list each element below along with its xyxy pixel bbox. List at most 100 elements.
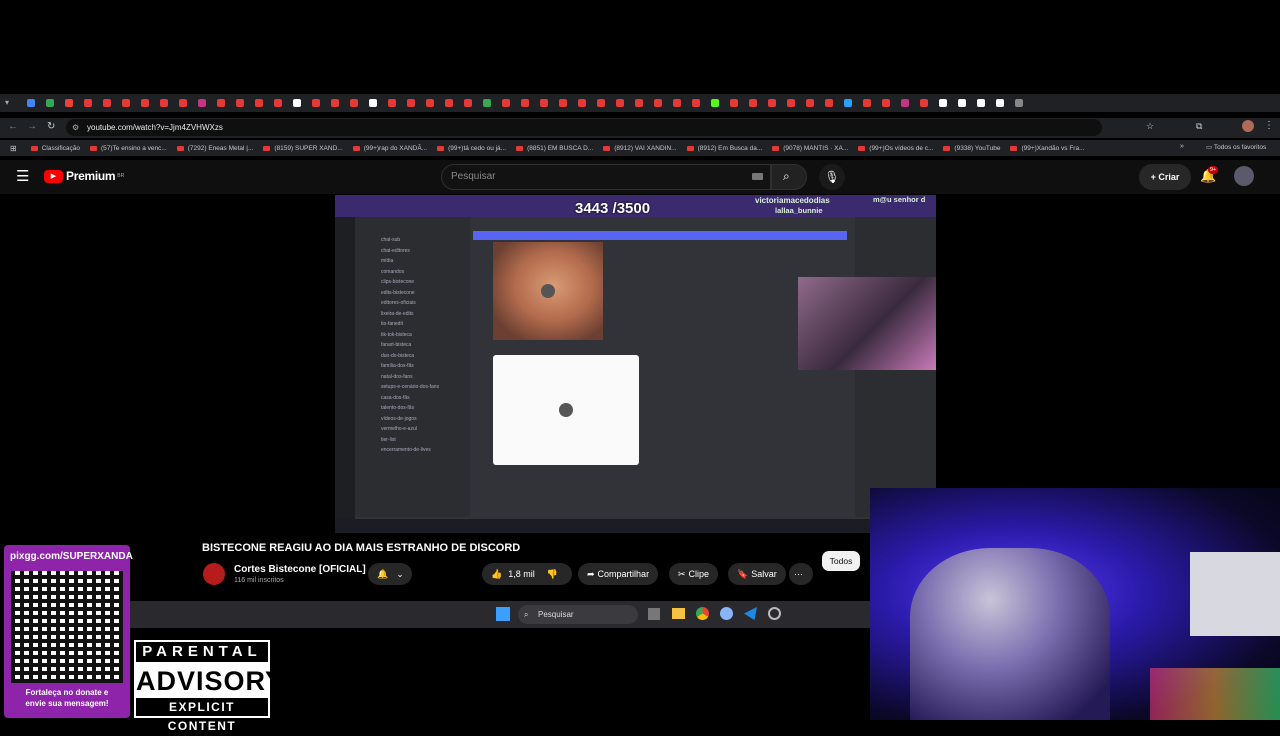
browser-tab[interactable] <box>691 99 700 107</box>
browser-tab[interactable] <box>881 99 890 107</box>
settings-icon[interactable] <box>720 607 733 620</box>
bookmark-item[interactable]: (9338) YouTube <box>943 145 1000 152</box>
like-count[interactable]: 1,8 mil <box>508 563 535 585</box>
browser-tab[interactable] <box>976 99 985 107</box>
url-bar[interactable]: ⚙ youtube.com/watch?v=Jjm4ZVHWXzs <box>66 119 1102 136</box>
browser-tab[interactable] <box>482 99 491 107</box>
channel-name[interactable]: Cortes Bistecone [OFICIAL] <box>234 564 366 575</box>
profile-avatar[interactable] <box>1242 120 1254 132</box>
browser-tab[interactable] <box>1014 99 1023 107</box>
browser-tab[interactable] <box>26 99 35 107</box>
bookmark-item[interactable]: (99+)tá cedo ou já... <box>437 145 506 152</box>
filter-chip-all[interactable]: Todos <box>822 551 860 571</box>
bookmark-item[interactable]: (99+)Xandão vs Fra... <box>1010 145 1085 152</box>
browser-tab[interactable] <box>121 99 130 107</box>
app-icon[interactable] <box>768 607 781 620</box>
bookmark-item[interactable]: (99+)rap do XANDÃ... <box>352 145 427 152</box>
browser-menu-icon[interactable]: ⋮ <box>1264 120 1274 131</box>
bookmark-item[interactable]: (57)Te ensino a venc... <box>90 145 167 152</box>
browser-tab[interactable] <box>349 99 358 107</box>
browser-tab[interactable] <box>729 99 738 107</box>
browser-tab[interactable] <box>710 99 719 107</box>
clip-button[interactable]: ✂ Clipe <box>669 563 719 585</box>
browser-tab[interactable] <box>615 99 624 107</box>
browser-tab[interactable] <box>596 99 605 107</box>
browser-tab[interactable] <box>197 99 206 107</box>
browser-tab[interactable] <box>140 99 149 107</box>
browser-tab[interactable] <box>900 99 909 107</box>
channel-avatar[interactable] <box>203 563 225 585</box>
browser-tab[interactable] <box>368 99 377 107</box>
browser-tab[interactable] <box>748 99 757 107</box>
browser-tab[interactable] <box>539 99 548 107</box>
browser-tab[interactable] <box>805 99 814 107</box>
browser-tab[interactable] <box>653 99 662 107</box>
browser-tab[interactable] <box>292 99 301 107</box>
browser-tab[interactable] <box>520 99 529 107</box>
voice-search-icon[interactable]: 🎙 <box>819 164 845 190</box>
browser-tab[interactable] <box>45 99 54 107</box>
task-view-icon[interactable] <box>648 608 660 620</box>
browser-tab[interactable] <box>558 99 567 107</box>
keyboard-icon[interactable] <box>752 173 763 180</box>
browser-tab[interactable] <box>406 99 415 107</box>
browser-tab[interactable] <box>178 99 187 107</box>
browser-tab[interactable] <box>64 99 73 107</box>
browser-tab[interactable] <box>634 99 643 107</box>
forward-icon[interactable]: → <box>27 121 37 132</box>
browser-tab[interactable] <box>463 99 472 107</box>
browser-tab[interactable] <box>672 99 681 107</box>
bookmarks-overflow-icon[interactable]: » <box>1180 143 1184 150</box>
windows-start-icon[interactable] <box>496 607 510 621</box>
browser-tab[interactable] <box>273 99 282 107</box>
browser-tab[interactable] <box>957 99 966 107</box>
create-button[interactable]: + Criar <box>1139 164 1191 190</box>
browser-tab[interactable] <box>577 99 586 107</box>
browser-tab[interactable] <box>102 99 111 107</box>
browser-tab[interactable] <box>254 99 263 107</box>
dislike-icon[interactable]: 👎 <box>547 563 558 585</box>
bookmark-item[interactable]: Classificação <box>30 145 80 152</box>
extensions-icon[interactable]: ⧉ <box>1196 121 1202 132</box>
browser-tab[interactable] <box>311 99 320 107</box>
browser-tab[interactable] <box>786 99 795 107</box>
browser-tab[interactable] <box>919 99 928 107</box>
browser-tab[interactable] <box>387 99 396 107</box>
browser-tab[interactable] <box>938 99 947 107</box>
browser-tab[interactable] <box>83 99 92 107</box>
taskbar-search[interactable]: ⌕ Pesquisar <box>518 605 638 624</box>
browser-tab[interactable] <box>216 99 225 107</box>
file-explorer-icon[interactable] <box>672 608 685 619</box>
all-bookmarks[interactable]: ▭ Todos os favoritos <box>1206 143 1266 151</box>
bookmark-item[interactable]: (8851) EM BUSCA D... <box>516 145 593 152</box>
browser-tab[interactable] <box>862 99 871 107</box>
reload-icon[interactable]: ↻ <box>47 121 55 132</box>
share-button[interactable]: ➦ Compartilhar <box>578 563 659 585</box>
account-avatar[interactable] <box>1234 166 1254 186</box>
apps-icon[interactable]: ⊞ <box>10 144 17 153</box>
video-player[interactable]: chat-sub chat-editores mídia comandos clips-… <box>335 195 936 533</box>
browser-tab[interactable] <box>235 99 244 107</box>
browser-tab[interactable] <box>995 99 1004 107</box>
browser-tab[interactable] <box>501 99 510 107</box>
site-info-icon[interactable]: ⚙ <box>72 119 79 136</box>
bookmark-item[interactable]: (9078) MANTIS · XA... <box>772 145 848 152</box>
like-icon[interactable]: 👍 <box>491 563 502 585</box>
browser-tab[interactable] <box>330 99 339 107</box>
chrome-icon[interactable] <box>696 607 709 620</box>
back-icon[interactable]: ← <box>8 121 18 132</box>
bookmark-item[interactable]: (7292) Eneas Metal |... <box>176 145 253 152</box>
save-button[interactable]: 🔖 Salvar <box>728 563 786 585</box>
bookmark-item[interactable]: (8912) Em Busca da... <box>686 145 762 152</box>
bookmark-item[interactable]: (99+)Os vídeos de c... <box>858 145 933 152</box>
browser-tab[interactable] <box>843 99 852 107</box>
tab-list-icon[interactable]: ▾ <box>5 98 15 108</box>
search-input[interactable]: Pesquisar <box>441 164 771 190</box>
notifications-button[interactable]: 🔔 ⌄ <box>368 563 412 585</box>
search-button[interactable]: ⌕ <box>771 164 807 190</box>
browser-tab[interactable] <box>824 99 833 107</box>
browser-tab[interactable] <box>767 99 776 107</box>
browser-tab[interactable] <box>159 99 168 107</box>
telegram-icon[interactable] <box>744 607 757 620</box>
bookmark-star-icon[interactable]: ☆ <box>1146 121 1154 132</box>
